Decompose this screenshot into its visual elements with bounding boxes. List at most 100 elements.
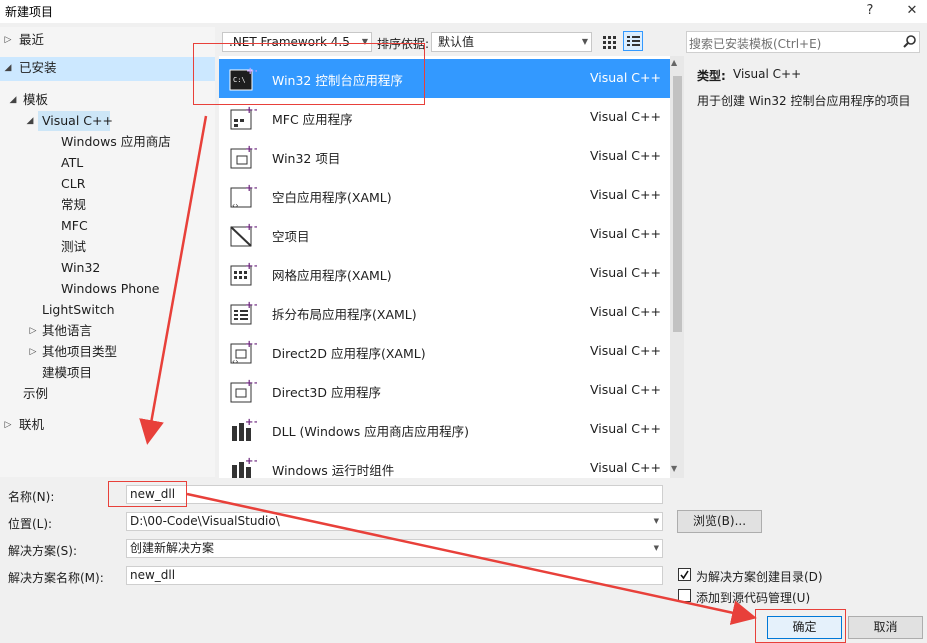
list-item[interactable]: ++ 网格应用程序(XAML) Visual C++ [219, 254, 670, 293]
svg-text:++: ++ [245, 456, 257, 467]
tree-item-samples[interactable]: 示例 [23, 384, 48, 404]
list-item[interactable]: ++ Win32 项目 Visual C++ [219, 137, 670, 176]
collapse-arrow-icon[interactable]: ◢ [8, 90, 18, 110]
list-item[interactable]: ++ Direct3D 应用程序 Visual C++ [219, 371, 670, 410]
tree-item-templates[interactable]: 模板 [23, 90, 48, 110]
create-directory-checkbox[interactable] [678, 568, 691, 581]
chevron-down-icon: ▼ [653, 544, 659, 552]
template-language: Visual C++ [590, 421, 661, 436]
template-language: Visual C++ [590, 148, 661, 163]
template-language: Visual C++ [590, 226, 661, 241]
close-button[interactable]: ✕ [897, 0, 927, 22]
sort-label: 排序依据: [377, 37, 430, 51]
location-value: D:\00-Code\VisualStudio\ [130, 514, 280, 528]
expand-arrow-icon[interactable]: ▷ [28, 342, 38, 362]
direct3d-app-icon: ++ [230, 378, 257, 403]
svg-text:++: ++ [245, 183, 257, 194]
template-language: Visual C++ [590, 460, 661, 475]
search-icon[interactable] [902, 34, 918, 53]
svg-text:++: ++ [245, 339, 257, 350]
tree-item-lightswitch[interactable]: LightSwitch [42, 300, 115, 320]
tree-item-recent[interactable]: 最近 [19, 30, 44, 50]
grid-view-icon[interactable] [599, 32, 619, 52]
list-item[interactable]: ‹› ++ Direct2D 应用程序(XAML) Visual C++ [219, 332, 670, 371]
framework-select[interactable]: .NET Framework 4.5 ▼ [222, 32, 372, 52]
list-item[interactable]: ++ 拆分布局应用程序(XAML) Visual C++ [219, 293, 670, 332]
window-title: 新建项目 [5, 5, 54, 19]
expand-arrow-icon[interactable]: ▷ [3, 30, 13, 50]
solution-select[interactable]: 创建新解决方案 ▼ [126, 539, 663, 558]
title-bar [0, 0, 927, 23]
source-control-checkbox[interactable] [678, 589, 691, 602]
list-item[interactable]: C:\ ++ Win32 控制台应用程序 Visual C++ [219, 59, 670, 98]
tree-item-modeling[interactable]: 建模项目 [42, 363, 92, 383]
template-name: Win32 项目 [272, 151, 341, 166]
tree-item-general[interactable]: 常规 [61, 195, 86, 215]
list-item[interactable]: ++ MFC 应用程序 Visual C++ [219, 98, 670, 137]
tree-item-online[interactable]: 联机 [19, 415, 44, 435]
template-name: Direct2D 应用程序(XAML) [272, 346, 426, 361]
tree-item-visual-cpp[interactable]: Visual C++ [42, 111, 113, 131]
template-language: Visual C++ [590, 265, 661, 280]
browse-button[interactable]: 浏览(B)... [677, 510, 762, 533]
expand-arrow-icon[interactable]: ▷ [28, 321, 38, 341]
tree-item-win32[interactable]: Win32 [61, 258, 100, 278]
sort-select[interactable]: 默认值 ▼ [431, 32, 592, 52]
svg-text:++: ++ [245, 378, 257, 389]
tree-item-clr[interactable]: CLR [61, 174, 85, 194]
create-directory-label: 为解决方案创建目录(D) [696, 570, 823, 584]
scroll-down-icon[interactable]: ▼ [671, 464, 677, 473]
template-name: 空项目 [272, 229, 310, 244]
solution-label: 解决方案(S): [8, 544, 78, 558]
chevron-down-icon: ▼ [361, 37, 368, 46]
list-item[interactable]: ‹› ++ 空白应用程序(XAML) Visual C++ [219, 176, 670, 215]
solution-name-label: 解决方案名称(M): [8, 571, 104, 585]
list-item[interactable]: ++ Windows 运行时组件 Visual C++ [219, 449, 670, 478]
template-name: 拆分布局应用程序(XAML) [272, 307, 417, 322]
template-list: C:\ ++ Win32 控制台应用程序 Visual C++ ++ MFC 应… [219, 56, 670, 478]
tree-item-installed[interactable]: 已安装 [19, 58, 57, 78]
list-item[interactable]: ++ DLL (Windows 应用商店应用程序) Visual C++ [219, 410, 670, 449]
help-button[interactable]: ? [855, 0, 885, 22]
name-field[interactable]: new_dll [126, 485, 663, 504]
tree-item-atl[interactable]: ATL [61, 153, 83, 173]
scroll-up-icon[interactable]: ▲ [671, 58, 677, 67]
template-language: Visual C++ [590, 109, 661, 124]
tree-item-other-languages[interactable]: 其他语言 [42, 321, 92, 341]
runtime-component-icon: ++ [232, 456, 257, 478]
expand-arrow-icon[interactable]: ▷ [3, 415, 13, 435]
split-xaml-app-icon: ++ [230, 300, 257, 325]
svg-text:++: ++ [245, 144, 257, 155]
template-language: Visual C++ [590, 304, 661, 319]
type-label: 类型: [697, 69, 726, 83]
source-control-label: 添加到源代码管理(U) [696, 591, 811, 605]
location-field[interactable]: D:\00-Code\VisualStudio\ ▼ [126, 512, 663, 531]
name-label: 名称(N): [8, 490, 55, 504]
ok-button[interactable]: 确定 [767, 616, 842, 639]
grid-xaml-app-icon: ++ [230, 261, 257, 286]
template-language: Visual C++ [590, 70, 661, 85]
tree-item-mfc[interactable]: MFC [61, 216, 88, 236]
solution-name-field[interactable]: new_dll [126, 566, 663, 585]
tree-item-other-project-types[interactable]: 其他项目类型 [42, 342, 117, 362]
list-item[interactable]: ++ 空项目 Visual C++ [219, 215, 670, 254]
template-name: 空白应用程序(XAML) [272, 190, 392, 205]
template-name: MFC 应用程序 [272, 112, 353, 127]
type-value: Visual C++ [733, 67, 802, 81]
template-name: Windows 运行时组件 [272, 463, 395, 478]
collapse-arrow-icon[interactable]: ◢ [25, 111, 35, 131]
tree-item-test[interactable]: 测试 [61, 237, 86, 257]
svg-text:++: ++ [245, 105, 257, 116]
tree-item-windows-store[interactable]: Windows 应用商店 [61, 132, 171, 152]
tree-item-windows-phone[interactable]: Windows Phone [61, 279, 160, 299]
list-view-icon[interactable] [623, 31, 643, 51]
scroll-thumb[interactable] [673, 76, 682, 332]
template-language: Visual C++ [590, 382, 661, 397]
cancel-button[interactable]: 取消 [848, 616, 923, 639]
console-app-icon: C:\ ++ [229, 66, 257, 91]
svg-text:++: ++ [245, 417, 257, 428]
chevron-down-icon: ▼ [581, 37, 588, 46]
template-language: Visual C++ [590, 343, 661, 358]
collapse-arrow-icon[interactable]: ◢ [3, 58, 13, 78]
template-name: 网格应用程序(XAML) [272, 268, 392, 283]
